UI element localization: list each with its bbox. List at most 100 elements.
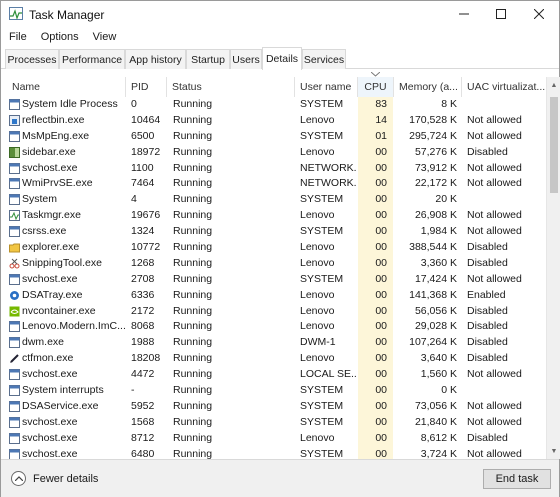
table-header: Name PID Status User name CPU Memory (a.… [1, 72, 546, 97]
cell-name: DSAService.exe [22, 399, 99, 412]
tab-users[interactable]: Users [230, 49, 262, 69]
scroll-up-arrow-icon[interactable]: ▲ [547, 79, 560, 91]
end-task-button[interactable]: End task [483, 469, 551, 489]
vertical-scrollbar[interactable]: ▲ ▼ [546, 77, 560, 459]
tab-performance[interactable]: Performance [59, 49, 125, 69]
cell-cpu: 00 [358, 398, 393, 415]
table-row[interactable]: System interrupts - Running SYSTEM 00 0 K [1, 383, 546, 399]
fewer-details-toggle[interactable]: Fewer details [11, 471, 98, 486]
table-row[interactable]: nvcontainer.exe 2172 Running Lenovo 00 56,056… [1, 303, 546, 320]
table-row[interactable]: DSAService.exe 5952 Running SYSTEM 00 73,056 … [1, 398, 546, 415]
cell-name: explorer.exe [22, 241, 80, 254]
table-row[interactable]: SnippingTool.exe 1268 Running Lenovo 00 3,360… [1, 255, 546, 272]
window-icon [9, 130, 20, 142]
cell-uac: Not allowed [467, 272, 522, 285]
menu-options[interactable]: Options [41, 31, 79, 43]
cell-status: Running [173, 113, 213, 126]
table-row[interactable]: svchost.exe 6480 Running SYSTEM 00 3,724 K Not… [1, 446, 546, 459]
tab-details[interactable]: Details [262, 47, 302, 70]
cell-pid: - [131, 384, 135, 397]
cell-pid: 10464 [131, 113, 161, 126]
cell-cpu: 00 [358, 414, 393, 431]
menu-view[interactable]: View [93, 31, 117, 43]
cell-user: SYSTEM [300, 384, 344, 397]
column-header-cpu[interactable]: CPU [358, 77, 393, 97]
cell-uac: Disabled [467, 320, 508, 333]
cell-uac: Disabled [467, 304, 508, 317]
table-row[interactable]: csrss.exe 1324 Running SYSTEM 00 1,984 K Not a… [1, 224, 546, 241]
minimize-icon [459, 13, 469, 15]
table-row[interactable]: svchost.exe 4472 Running LOCAL SE... 00 1,560… [1, 367, 546, 384]
column-header-user[interactable]: User name [295, 77, 357, 97]
table-row[interactable]: WmiPrvSE.exe 7464 Running NETWORK... 00 22,17… [1, 176, 546, 193]
cell-pid: 2172 [131, 304, 155, 317]
table-row[interactable]: ctfmon.exe 18208 Running Lenovo 00 3,640 K Dis… [1, 351, 546, 368]
table-row[interactable]: reflectbin.exe 10464 Running Lenovo 14 170,52… [1, 112, 546, 129]
cell-cpu: 00 [358, 240, 393, 256]
cell-user: Lenovo [300, 145, 335, 158]
table-row[interactable]: System 4 Running SYSTEM 00 20 K [1, 192, 546, 209]
column-header-name[interactable]: Name [1, 77, 125, 97]
cell-status: Running [173, 129, 213, 142]
cell-status: Running [173, 447, 213, 459]
close-button[interactable] [521, 1, 557, 27]
cell-name: WmiPrvSE.exe [22, 177, 93, 190]
cell-name: csrss.exe [22, 225, 67, 238]
table-row[interactable]: Taskmgr.exe 19676 Running Lenovo 00 26,908 K N… [1, 208, 546, 225]
table-row[interactable]: svchost.exe 1568 Running SYSTEM 00 21,840 K No… [1, 414, 546, 431]
minimize-button[interactable] [446, 1, 482, 27]
tab-startup[interactable]: Startup [186, 49, 230, 69]
cell-pid: 18208 [131, 352, 161, 365]
cell-memory: 57,276 K [414, 145, 457, 158]
table-row[interactable]: dwm.exe 1988 Running DWM-1 00 107,264 K Disabl… [1, 335, 546, 352]
cell-pid: 5952 [131, 399, 155, 412]
column-header-status[interactable]: Status [167, 77, 294, 97]
cell-pid: 1568 [131, 415, 155, 428]
table-row[interactable]: explorer.exe 10772 Running Lenovo 00 388,544 … [1, 240, 546, 256]
cell-status: Running [173, 241, 213, 254]
column-header-uac[interactable]: UAC virtualizat... [462, 77, 546, 97]
cell-pid: 6500 [131, 129, 155, 142]
menu-file[interactable]: File [9, 31, 27, 43]
app-icon [9, 114, 20, 126]
window-icon [9, 226, 20, 238]
cell-name: System [22, 193, 58, 206]
window-icon [9, 416, 20, 428]
cell-status: Running [173, 98, 213, 110]
title-bar[interactable]: Task Manager [1, 1, 559, 27]
table-row[interactable]: Lenovo.Modern.ImC... 8068 Running Lenovo 00 2… [1, 319, 546, 336]
window-icon [9, 400, 20, 412]
table-row[interactable]: MsMpEng.exe 6500 Running SYSTEM 01 295,724 K N… [1, 128, 546, 145]
cell-memory: 1,560 K [420, 368, 457, 381]
cell-user: SYSTEM [300, 447, 344, 459]
table-row[interactable]: svchost.exe 2708 Running SYSTEM 00 17,424 K No… [1, 271, 546, 288]
cell-memory: 107,264 K [409, 336, 457, 349]
cell-cpu: 00 [358, 255, 393, 272]
cell-name: svchost.exe [22, 447, 78, 459]
cell-memory: 388,544 K [409, 241, 457, 254]
cell-user: NETWORK... [300, 177, 357, 190]
cell-user: SYSTEM [300, 415, 344, 428]
cell-status: Running [173, 336, 213, 349]
cell-cpu: 00 [358, 208, 393, 225]
cell-memory: 3,360 K [420, 256, 457, 269]
table-row[interactable]: DSATray.exe 6336 Running Lenovo 00 141,368 K E… [1, 287, 546, 304]
table-row[interactable]: System Idle Process 0 Running SYSTEM 83 8 K [1, 97, 546, 113]
cell-pid: 6480 [131, 447, 155, 459]
table-row[interactable]: svchost.exe 1100 Running NETWORK... 00 73,912… [1, 160, 546, 177]
cell-memory: 73,056 K [414, 399, 457, 412]
process-table: Name PID Status User name CPU Memory (a.… [1, 69, 559, 459]
cell-cpu: 00 [358, 351, 393, 368]
maximize-button[interactable] [483, 1, 519, 27]
tab-app-history[interactable]: App history [125, 49, 186, 69]
cell-cpu: 00 [358, 367, 393, 384]
tab-services[interactable]: Services [302, 49, 346, 69]
tab-processes[interactable]: Processes [5, 49, 59, 69]
column-header-memory[interactable]: Memory (a... [394, 77, 461, 97]
column-header-pid[interactable]: PID [126, 77, 166, 97]
scroll-down-arrow-icon[interactable]: ▼ [547, 445, 560, 457]
scroll-thumb[interactable] [550, 97, 558, 193]
table-row[interactable]: svchost.exe 8712 Running Lenovo 00 8,612 K Dis… [1, 430, 546, 447]
cell-user: Lenovo [300, 304, 335, 317]
table-row[interactable]: sidebar.exe 18972 Running Lenovo 00 57,276 K D… [1, 144, 546, 161]
